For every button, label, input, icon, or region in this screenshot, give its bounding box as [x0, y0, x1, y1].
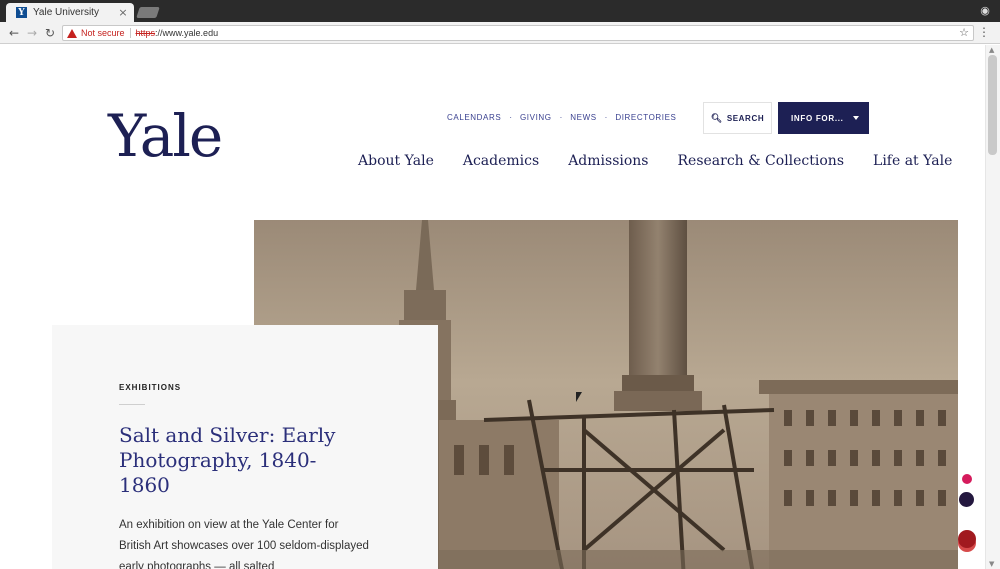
tab-title: Yale University — [33, 7, 99, 18]
giving-link[interactable]: GIVING — [520, 113, 552, 122]
mouse-cursor-icon — [576, 392, 582, 402]
feature-kicker: EXHIBITIONS — [119, 383, 182, 392]
reload-icon[interactable]: ↻ — [42, 25, 58, 41]
search-label: SEARCH — [726, 113, 765, 123]
utility-nav: CALENDARS · GIVING · NEWS · DIRECTORIES — [447, 113, 676, 122]
warning-icon — [67, 28, 77, 38]
scroll-thumb[interactable] — [988, 55, 997, 155]
menu-icon[interactable]: ⋮ — [978, 25, 990, 39]
feature-card[interactable]: EXHIBITIONS Salt and Silver: Early Photo… — [52, 325, 438, 569]
browser-toolbar: ← → ↻ Not secure https ://www.yale.edu ☆… — [0, 22, 1000, 44]
pink-dot-icon — [962, 474, 972, 484]
main-nav: About Yale Academics Admissions Research… — [358, 153, 952, 169]
star-icon[interactable]: ☆ — [959, 26, 969, 40]
separator: · — [559, 113, 563, 122]
address-bar[interactable]: Not secure https ://www.yale.edu ☆ — [62, 25, 974, 41]
divider — [119, 404, 145, 405]
nav-about-yale[interactable]: About Yale — [358, 153, 434, 169]
tab-yale-university[interactable]: Y Yale University × — [6, 3, 134, 22]
url-text: ://www.yale.edu — [155, 28, 219, 38]
tab-strip: Y Yale University × ◉ — [0, 0, 1000, 22]
search-button[interactable]: 🔍︎ SEARCH — [703, 102, 772, 134]
nav-research-collections[interactable]: Research & Collections — [678, 153, 845, 169]
caret-down-icon — [853, 116, 859, 120]
separator: · — [509, 113, 512, 122]
close-tab-icon[interactable]: × — [118, 6, 128, 19]
search-icon: 🔍︎ — [710, 112, 723, 123]
security-label[interactable]: Not secure — [81, 28, 131, 38]
info-for-button[interactable]: INFO FOR... — [778, 102, 869, 134]
nav-admissions[interactable]: Admissions — [568, 153, 648, 169]
page-viewport: Yale CALENDARS · GIVING · NEWS · DIRECTO… — [0, 45, 985, 569]
page-scrollbar[interactable]: ▲ ▼ — [985, 45, 1000, 569]
news-link[interactable]: NEWS — [570, 113, 596, 122]
nav-academics[interactable]: Academics — [463, 153, 539, 169]
separator: · — [604, 113, 608, 122]
new-tab-button[interactable] — [136, 7, 160, 18]
calendars-link[interactable]: CALENDARS — [447, 113, 501, 122]
nav-life-at-yale[interactable]: Life at Yale — [873, 153, 952, 169]
forward-icon[interactable]: → — [24, 25, 40, 41]
yale-logo[interactable]: Yale — [108, 107, 223, 165]
navy-dot-icon — [959, 492, 974, 507]
yale-favicon-icon: Y — [16, 7, 27, 18]
incognito-icon: ◉ — [980, 4, 990, 17]
scroll-down-icon[interactable]: ▼ — [989, 560, 994, 568]
info-for-label: INFO FOR... — [791, 113, 844, 123]
feature-description: An exhibition on view at the Yale Center… — [119, 519, 369, 569]
directories-link[interactable]: DIRECTORIES — [615, 113, 676, 122]
url-scheme: https — [135, 28, 156, 38]
back-icon[interactable]: ← — [6, 25, 22, 41]
red-dot-icon — [958, 530, 976, 548]
feature-title[interactable]: Salt and Silver: Early Photography, 1840… — [119, 423, 359, 498]
scroll-up-icon[interactable]: ▲ — [989, 46, 994, 54]
